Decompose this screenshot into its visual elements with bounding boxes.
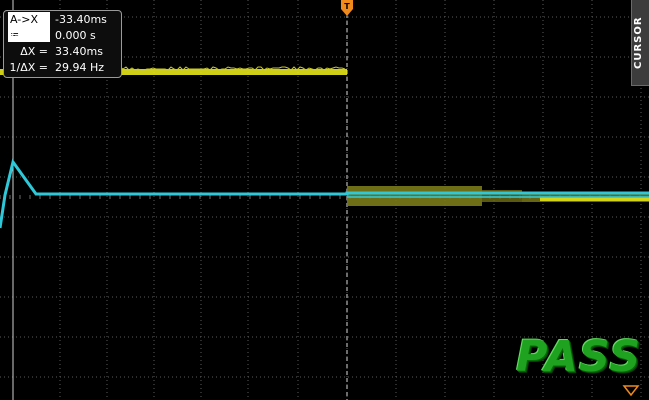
pass-fail-result: PASS xyxy=(516,333,641,381)
readout-value: 29.94 Hz xyxy=(55,60,104,75)
trigger-level-marker[interactable] xyxy=(624,386,638,395)
readout-value: 0.000 s xyxy=(55,28,96,43)
readout-row-b-x[interactable]: B->X = 0.000 s xyxy=(4,28,121,43)
cursor-menu-tab[interactable]: CURSOR xyxy=(631,0,649,86)
readout-row-a-x[interactable]: A->X = -33.40ms xyxy=(4,12,121,27)
oscilloscope-screen: T A->X = -33.40ms B->X = 0.000 s ΔX = 33… xyxy=(0,0,649,400)
readout-label: B->X = xyxy=(4,28,48,43)
readout-label: 1/ΔX = xyxy=(4,60,48,75)
readout-value: 33.40ms xyxy=(55,44,103,59)
readout-row-delta-x[interactable]: ΔX = 33.40ms xyxy=(4,44,121,59)
trigger-position-marker[interactable]: T xyxy=(341,0,353,16)
cursor-readout-panel: A->X = -33.40ms B->X = 0.000 s ΔX = 33.4… xyxy=(3,10,122,78)
readout-row-inverse-delta-x[interactable]: 1/ΔX = 29.94 Hz xyxy=(4,60,121,75)
readout-label: ΔX = xyxy=(4,44,48,59)
svg-text:T: T xyxy=(344,2,350,11)
cursor-menu-tab-label: CURSOR xyxy=(633,4,648,82)
readout-value: -33.40ms xyxy=(55,12,107,27)
